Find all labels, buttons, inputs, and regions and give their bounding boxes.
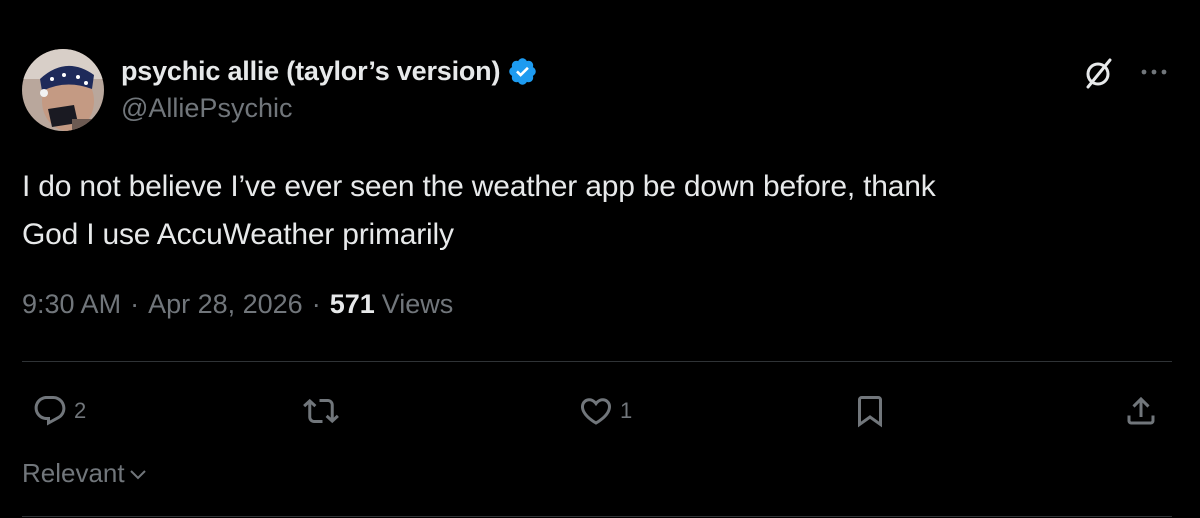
share-icon <box>1127 396 1155 425</box>
post-date[interactable]: Apr 28, 2026 <box>148 289 303 320</box>
author-name-row[interactable]: psychic allie (taylor’s version) <box>121 53 538 89</box>
reply-button[interactable]: 2 <box>32 392 86 430</box>
views-label[interactable]: Views <box>382 289 454 320</box>
reply-icon <box>34 396 66 426</box>
divider <box>22 361 1172 362</box>
like-count: 1 <box>620 398 633 423</box>
share-button[interactable] <box>1123 392 1159 430</box>
author-avatar[interactable] <box>22 49 104 131</box>
repost-button[interactable] <box>303 392 345 430</box>
more-icon[interactable] <box>1136 62 1172 82</box>
author-handle[interactable]: @AlliePsychic <box>121 93 292 124</box>
grok-icon[interactable] <box>1080 55 1116 91</box>
meta-separator: · <box>130 289 140 319</box>
meta-separator: · <box>311 289 321 319</box>
like-button[interactable]: 1 <box>578 392 632 430</box>
reply-count: 2 <box>74 398 87 423</box>
repost-icon <box>303 398 339 424</box>
verified-badge-icon[interactable] <box>507 56 538 87</box>
post-text-line: I do not believe I’ve ever seen the weat… <box>22 170 936 203</box>
bookmark-button[interactable] <box>852 392 888 430</box>
avatar-image <box>22 49 104 131</box>
post-text-line: God I use AccuWeather primarily <box>22 218 454 251</box>
replies-sort-dropdown[interactable]: Relevant <box>22 458 148 489</box>
bookmark-icon <box>858 396 882 428</box>
divider <box>22 516 1172 517</box>
post-meta: 9:30 AM · Apr 28, 2026 · 571 Views <box>22 289 453 320</box>
post-time[interactable]: 9:30 AM <box>22 289 121 320</box>
views-count[interactable]: 571 <box>330 289 375 320</box>
post-text: I do not believe I’ve ever seen the weat… <box>22 163 1162 259</box>
author-display-name[interactable]: psychic allie (taylor’s version) <box>121 56 500 87</box>
chevron-down-icon <box>129 469 146 479</box>
replies-sort-label: Relevant <box>22 458 125 488</box>
heart-icon <box>580 398 612 425</box>
